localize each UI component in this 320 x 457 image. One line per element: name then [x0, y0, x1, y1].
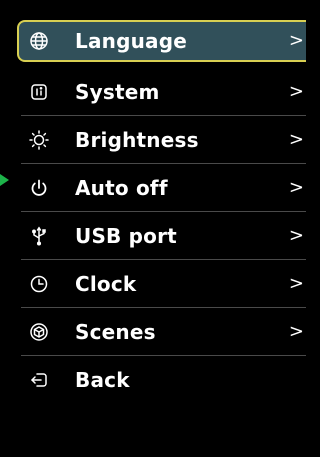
menu-item-label: Back	[75, 368, 130, 392]
usb-icon	[28, 225, 50, 247]
menu-item-auto-off[interactable]: Auto off >	[17, 164, 306, 212]
sun-icon	[28, 129, 50, 151]
exit-icon	[28, 369, 50, 391]
chevron-right-icon: >	[288, 321, 304, 343]
chevron-right-icon: >	[288, 273, 304, 295]
chevron-right-icon: >	[288, 30, 304, 52]
menu-item-brightness[interactable]: Brightness >	[17, 116, 306, 164]
chevron-right-icon: >	[288, 177, 304, 199]
menu-item-label: System	[75, 80, 160, 104]
chevron-right-icon: >	[288, 129, 304, 151]
pointer-arrow-icon	[0, 174, 9, 186]
clock-icon	[28, 273, 50, 295]
menu-item-usb-port[interactable]: USB port >	[17, 212, 306, 260]
menu-item-language[interactable]: Language >	[17, 20, 306, 62]
menu-item-back[interactable]: Back	[17, 356, 306, 404]
cube-icon	[28, 321, 50, 343]
power-icon	[28, 177, 50, 199]
chevron-right-icon: >	[288, 225, 304, 247]
menu-item-clock[interactable]: Clock >	[17, 260, 306, 308]
screen: Language > System > Brightness > Auto of…	[0, 0, 306, 457]
globe-icon	[28, 30, 50, 52]
menu-item-system[interactable]: System >	[17, 68, 306, 116]
menu-item-label: Clock	[75, 272, 137, 296]
menu-item-label: Auto off	[75, 176, 168, 200]
menu-item-label: Scenes	[75, 320, 156, 344]
chevron-right-icon: >	[288, 81, 304, 103]
settings-menu: Language > System > Brightness > Auto of…	[17, 20, 306, 404]
menu-item-label: Brightness	[75, 128, 199, 152]
menu-item-scenes[interactable]: Scenes >	[17, 308, 306, 356]
menu-item-label: USB port	[75, 224, 177, 248]
menu-item-label: Language	[75, 29, 188, 53]
info-icon	[28, 81, 50, 103]
